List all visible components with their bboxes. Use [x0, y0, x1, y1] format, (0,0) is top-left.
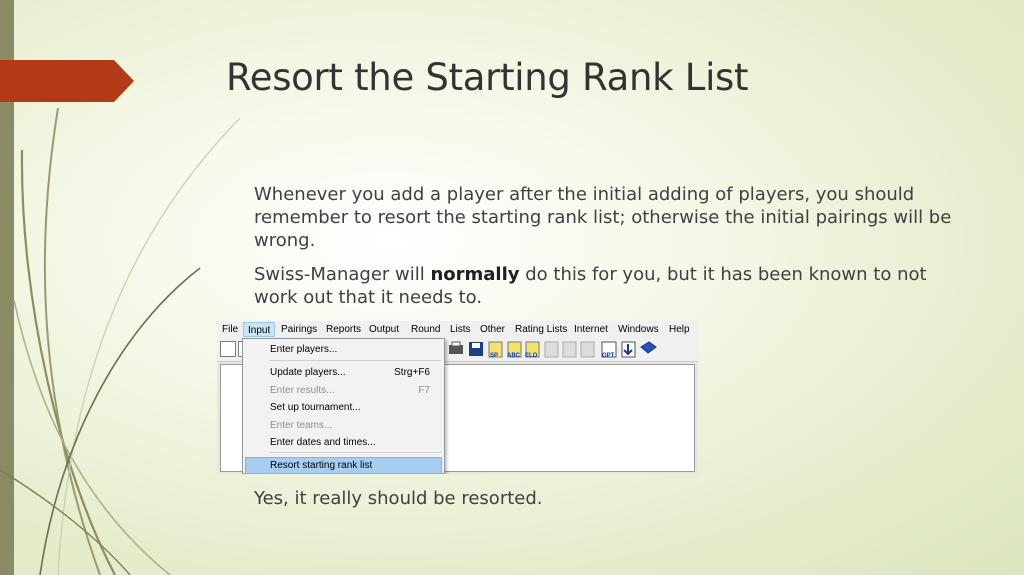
save-icon[interactable]: [469, 342, 483, 356]
bullet-emphasis: normally: [430, 264, 520, 285]
bullet-text-start: Swiss-Manager will: [254, 264, 431, 285]
input-dropdown-menu: Enter players... Update players... Strg+…: [242, 338, 445, 474]
bullet-text: Whenever you add a player after the init…: [254, 184, 952, 251]
disabled-tool-icon: [562, 341, 577, 358]
menu-windows[interactable]: Windows: [618, 324, 659, 335]
menu-separator: [269, 452, 441, 453]
menu-item-resort-starting-rank-list[interactable]: Resort starting rank list: [270, 460, 372, 471]
svg-text:OPT: OPT: [602, 353, 615, 359]
elo-sort-icon[interactable]: ELO: [525, 341, 540, 359]
book-icon[interactable]: [640, 341, 657, 354]
bullet-list: Whenever you add a player after the init…: [226, 183, 966, 320]
shortcut-label: F7: [418, 385, 430, 396]
menu-input[interactable]: Input: [243, 322, 276, 337]
menu-other[interactable]: Other: [480, 324, 505, 335]
bullet-item: Yes, it really should be resorted.: [226, 487, 994, 510]
menu-rating-lists[interactable]: Rating Lists: [515, 324, 567, 335]
menu-lists[interactable]: Lists: [450, 324, 471, 335]
menu-file[interactable]: File: [222, 324, 238, 335]
menu-item-set-up-tournament[interactable]: Set up tournament...: [270, 402, 361, 413]
toolbar-icons: SP ABC ELO OPT: [449, 341, 657, 359]
slide-title: Resort the Starting Rank List: [226, 56, 749, 99]
svg-text:SP: SP: [490, 353, 498, 359]
menu-internet[interactable]: Internet: [574, 324, 608, 335]
menu-item-enter-teams: Enter teams...: [270, 420, 333, 431]
options-icon[interactable]: OPT: [601, 341, 617, 359]
menu-round[interactable]: Round: [411, 324, 440, 335]
menu-output[interactable]: Output: [369, 324, 399, 335]
menu-pairings[interactable]: Pairings: [281, 324, 317, 335]
menu-item-enter-players[interactable]: Enter players...: [270, 344, 337, 355]
bullet-text: Yes, it really should be resorted.: [254, 488, 543, 509]
menu-help[interactable]: Help: [669, 324, 690, 335]
title-arrow-shape: [0, 60, 134, 102]
sp-list-icon[interactable]: SP: [488, 341, 503, 359]
menu-reports[interactable]: Reports: [326, 324, 361, 335]
menu-bar: File Input Pairings Reports Output Round…: [217, 321, 698, 338]
disabled-tool-icon: [544, 341, 559, 358]
shortcut-label: Strg+F6: [394, 367, 430, 378]
svg-text:ELO: ELO: [525, 353, 538, 359]
download-icon[interactable]: [621, 341, 636, 358]
disabled-tool-icon: [580, 341, 595, 358]
swiss-manager-screenshot: File Input Pairings Reports Output Round…: [217, 321, 698, 474]
new-file-icon[interactable]: [220, 341, 236, 357]
bullet-item: Swiss-Manager will normally do this for …: [226, 263, 966, 309]
bullet-item: Whenever you add a player after the init…: [226, 183, 966, 252]
menu-item-update-players[interactable]: Update players...: [270, 367, 346, 378]
menu-item-enter-dates-times[interactable]: Enter dates and times...: [270, 437, 376, 448]
svg-text:ABC: ABC: [507, 353, 521, 359]
print-icon[interactable]: [449, 341, 463, 354]
menu-item-enter-results: Enter results...: [270, 385, 335, 396]
menu-separator: [269, 360, 441, 361]
abc-sort-icon[interactable]: ABC: [507, 341, 522, 359]
